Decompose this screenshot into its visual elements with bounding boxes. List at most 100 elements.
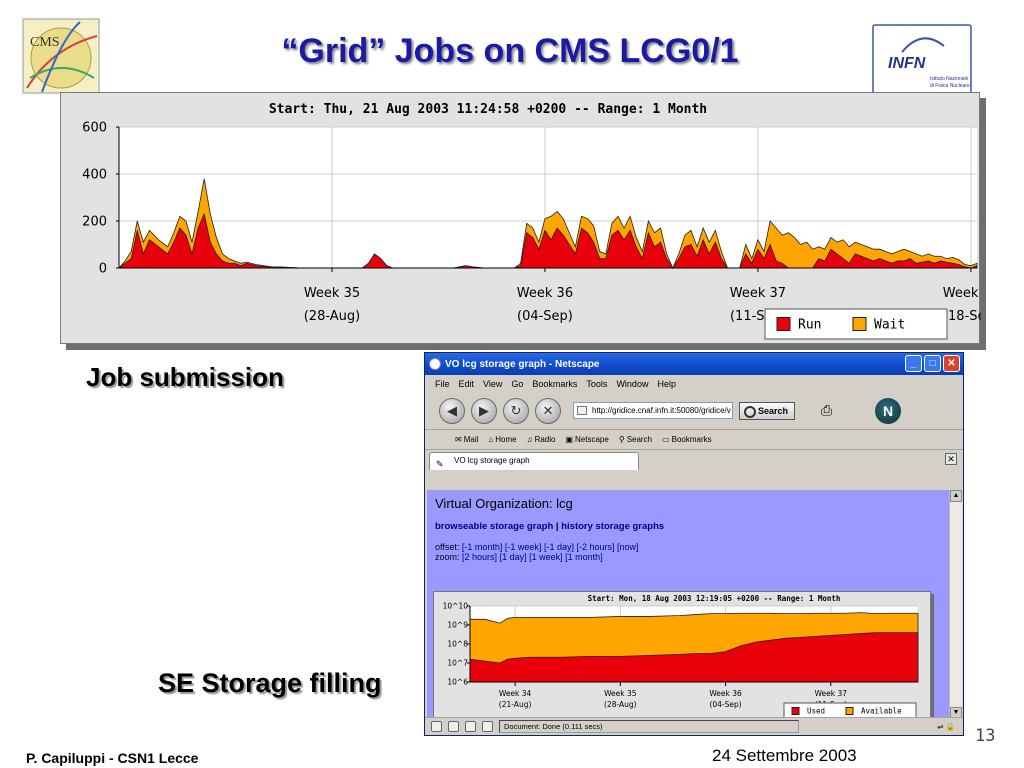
netscape-icon: ▣ <box>565 435 574 444</box>
x-tick-label: Week 38 <box>943 286 981 301</box>
zoom-2-hours[interactable]: [2 hours] <box>462 552 497 562</box>
storage-chart-panel: Start: Mon, 18 Aug 2003 12:19:05 +0200 -… <box>433 591 931 719</box>
zoom-links: zoom: [2 hours] [1 day] [1 week] [1 mont… <box>435 552 949 562</box>
legend-swatch-run <box>776 317 791 331</box>
menu-bar: File Edit View Go Bookmarks Tools Window… <box>425 375 963 392</box>
offset-minus-1-week[interactable]: [-1 week] <box>505 542 542 552</box>
offset-minus-2-hours[interactable]: [-2 hours] <box>576 542 614 552</box>
zoom-1-day[interactable]: [1 day] <box>500 552 527 562</box>
page-number: 13 <box>975 726 996 746</box>
forward-button[interactable]: ▶ <box>471 397 497 424</box>
y-tick-label: 200 <box>82 214 107 229</box>
y-tick-label: 10^9 <box>447 621 468 630</box>
x-tick-label: Week 36 <box>517 286 573 301</box>
back-button[interactable]: ◀ <box>439 397 465 424</box>
link-browseable-storage-graph[interactable]: browseable storage graph <box>435 521 553 532</box>
personal-home[interactable]: ⌂ Home <box>488 435 516 444</box>
personal-bookmarks[interactable]: ▭ Bookmarks <box>662 435 712 444</box>
zoom-1-week[interactable]: [1 week] <box>529 552 563 562</box>
close-tab-button[interactable]: ✕ <box>945 453 957 465</box>
x-tick-sublabel: (04-Sep) <box>709 700 741 709</box>
netscape-throbber-icon[interactable]: N <box>875 397 902 424</box>
menu-edit[interactable]: Edit <box>459 379 475 389</box>
offset-minus-1-day[interactable]: [-1 day] <box>544 542 574 552</box>
graph-links: browseable storage graph | history stora… <box>435 521 949 532</box>
x-tick-sublabel: (28-Aug) <box>604 700 637 709</box>
infn-logo-text: INFN <box>888 55 926 72</box>
print-icon[interactable]: ⎙ <box>821 402 847 420</box>
reload-button[interactable]: ↻ <box>503 397 529 424</box>
x-tick-sublabel: (18-Sep) <box>943 309 981 324</box>
navigation-toolbar: ◀ ▶ ↻ ✕ http://gridice.cnaf.infn.it:5008… <box>425 392 963 430</box>
forward-arrow-icon: ▶ <box>479 402 489 418</box>
slide-title: “Grid” Jobs on CMS LCG0/1 <box>281 32 739 70</box>
aim-icon[interactable] <box>465 721 476 732</box>
tab-page-icon: ✎ <box>436 459 444 469</box>
menu-go[interactable]: Go <box>511 379 523 389</box>
personal-search[interactable]: ⚲ Search <box>619 435 652 444</box>
y-tick-label: 10^10 <box>443 602 469 611</box>
x-tick-label: Week 35 <box>604 689 637 698</box>
tab-label: VO lcg storage graph <box>454 456 530 465</box>
search-button[interactable]: Search <box>739 401 796 420</box>
caption-job-submission: Job submission <box>86 362 284 392</box>
window-titlebar[interactable]: VO lcg storage graph - Netscape _ □ ✕ <box>425 353 963 375</box>
mail-status-icon[interactable] <box>448 721 459 732</box>
personal-radio[interactable]: ♫ Radio <box>527 435 556 444</box>
y-tick-label: 0 <box>99 261 107 276</box>
x-tick-label: Week 37 <box>815 689 848 698</box>
legend-label-run: Run <box>798 317 821 332</box>
jobs-chart: Start: Thu, 21 Aug 2003 11:24:58 +0200 -… <box>82 102 981 340</box>
personal-netscape[interactable]: ▣ Netscape <box>565 435 608 444</box>
footer-date: 24 Settembre 2003 <box>712 746 857 765</box>
offset-links: offset: [-1 month] [-1 week] [-1 day] [-… <box>435 542 949 552</box>
menu-view[interactable]: View <box>483 379 502 389</box>
netscape-window: VO lcg storage graph - Netscape _ □ ✕ Fi… <box>424 352 964 736</box>
navigator-icon[interactable] <box>431 721 442 732</box>
legend-label-wait: Wait <box>874 317 905 332</box>
tab-vo-storage-graph[interactable]: ✎ VO lcg storage graph <box>429 452 639 470</box>
netscape-app-icon <box>429 358 441 370</box>
link-history-storage-graphs[interactable]: history storage graphs <box>561 521 664 532</box>
scroll-up-arrow-icon[interactable]: ▲ <box>950 490 962 502</box>
chart-title: Start: Thu, 21 Aug 2003 11:24:58 +0200 -… <box>269 102 707 117</box>
url-input[interactable]: http://gridice.cnaf.infn.it:50080/gridic… <box>573 402 733 419</box>
url-text: http://gridice.cnaf.infn.it:50080/gridic… <box>592 406 731 415</box>
status-bar: Document: Done (0.111 secs) ⇌ 🔒 <box>425 717 963 735</box>
menu-tools[interactable]: Tools <box>586 379 607 389</box>
infn-logo-sub1: Istituto Nazionale <box>930 76 969 82</box>
x-tick-label: Week 37 <box>730 286 786 301</box>
page-icon <box>577 406 587 415</box>
composer-icon[interactable] <box>482 721 493 732</box>
radio-icon: ♫ <box>526 435 533 444</box>
caption-se-storage: SE Storage filling <box>158 668 382 698</box>
link-separator: | <box>555 521 559 532</box>
legend-label-used: Used <box>807 707 825 716</box>
maximize-button[interactable]: □ <box>924 355 941 372</box>
menu-window[interactable]: Window <box>616 379 648 389</box>
x-tick-sublabel: (28-Aug) <box>304 309 360 324</box>
offset-now[interactable]: [now] <box>617 542 639 552</box>
menu-file[interactable]: File <box>435 379 450 389</box>
offset-minus-1-month[interactable]: [-1 month] <box>462 542 503 552</box>
zoom-label: zoom: <box>435 552 460 562</box>
close-window-button[interactable]: ✕ <box>943 355 960 372</box>
legend-label-available: Available <box>861 707 902 716</box>
storage-chart: Start: Mon, 18 Aug 2003 12:19:05 +0200 -… <box>443 594 919 719</box>
legend-swatch-wait <box>852 317 867 331</box>
personal-mail[interactable]: ✉ Mail <box>455 435 478 444</box>
menu-help[interactable]: Help <box>657 379 676 389</box>
stop-button[interactable]: ✕ <box>535 397 561 424</box>
menu-bookmarks[interactable]: Bookmarks <box>532 379 577 389</box>
stop-icon: ✕ <box>542 402 554 418</box>
y-tick-label: 10^7 <box>447 659 468 668</box>
y-tick-label: 400 <box>82 167 107 182</box>
page-scrollbar[interactable]: ▲ ▼ <box>949 490 962 719</box>
footer-author: P. Capiluppi - CSN1 Lecce <box>26 750 199 766</box>
folder-icon: ▭ <box>662 435 670 444</box>
home-icon: ⌂ <box>488 435 494 444</box>
minimize-button[interactable]: _ <box>905 355 922 372</box>
zoom-1-month[interactable]: [1 month] <box>565 552 603 562</box>
x-tick-sublabel: (04-Sep) <box>517 309 573 324</box>
legend-swatch-used <box>791 707 800 715</box>
